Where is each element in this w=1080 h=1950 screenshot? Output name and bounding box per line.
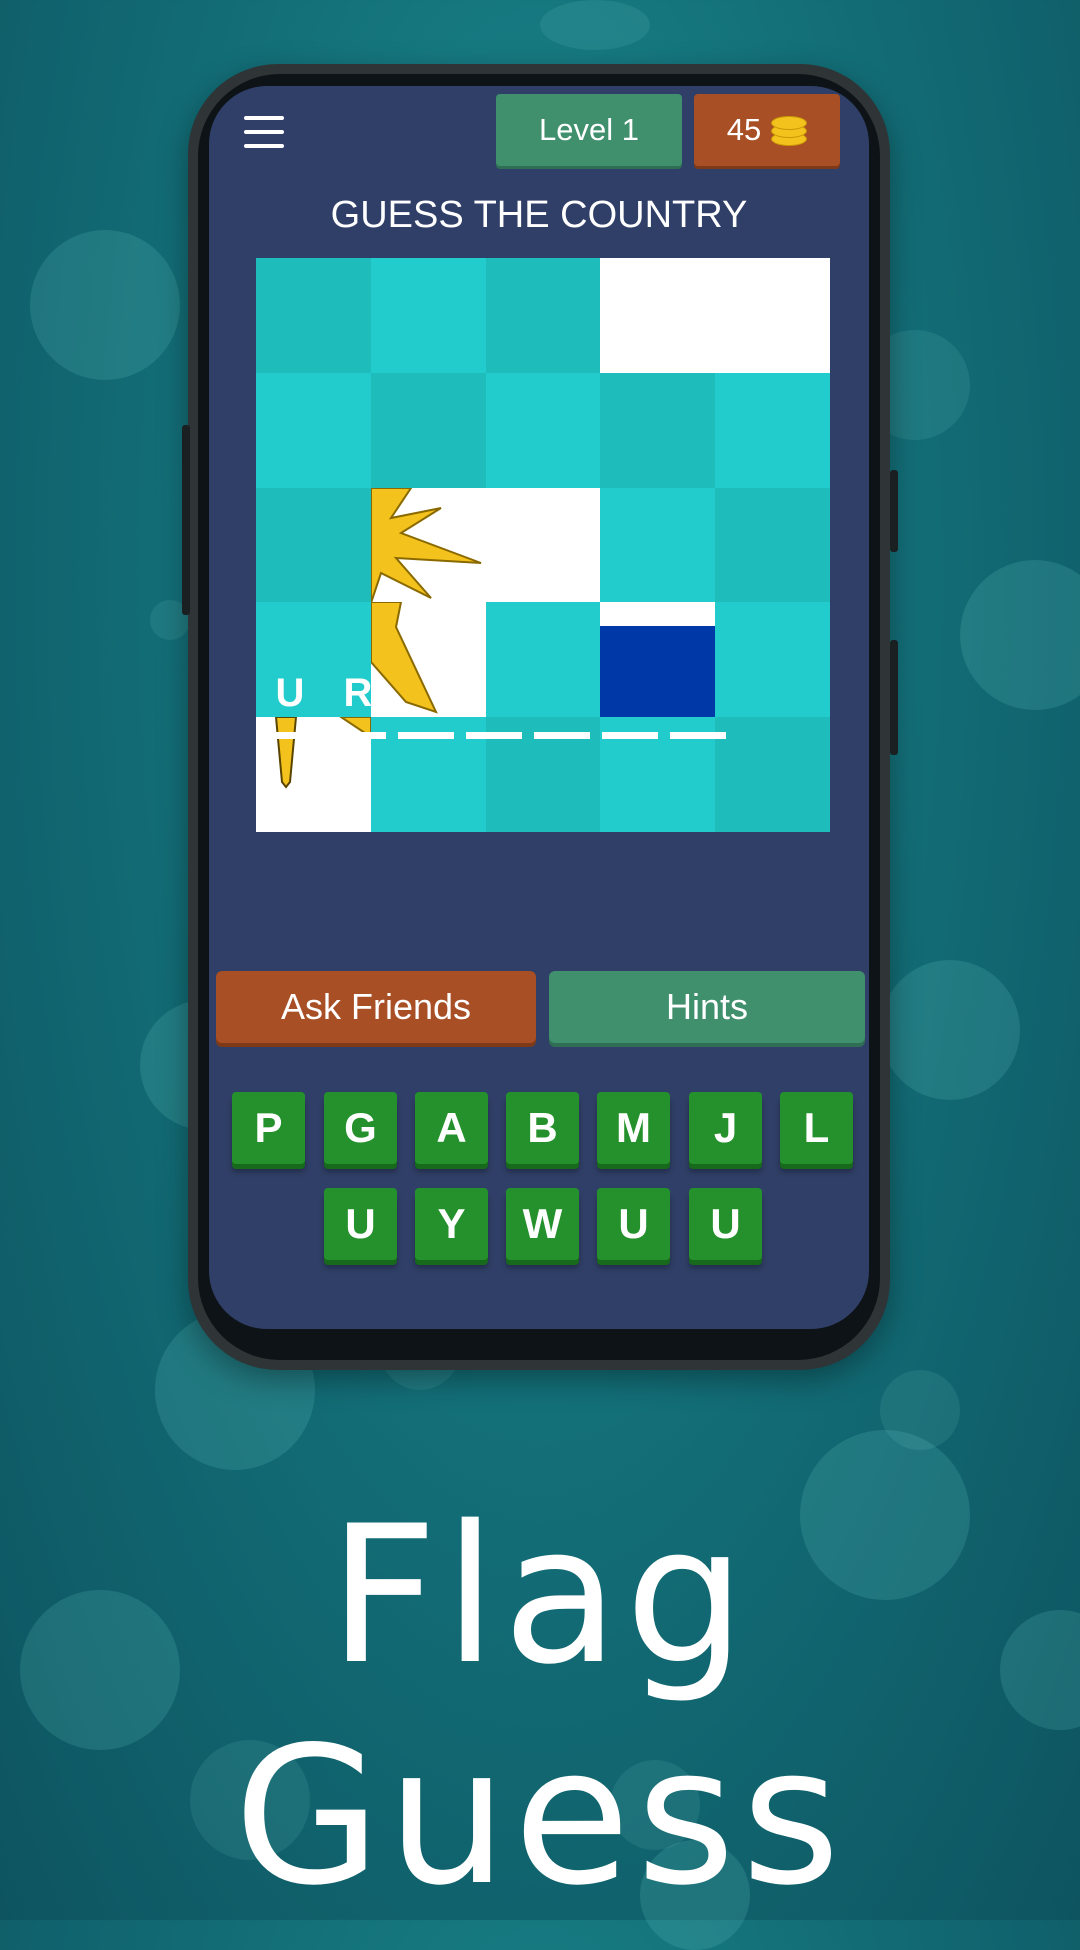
answer-slot[interactable]	[602, 669, 658, 739]
sun-of-may-icon	[370, 487, 482, 603]
bokeh-circle	[880, 1370, 960, 1450]
bokeh-circle	[880, 960, 1020, 1100]
letter-key[interactable]: W	[506, 1188, 579, 1260]
hidden-tile[interactable]	[715, 372, 830, 488]
letter-key[interactable]: J	[689, 1092, 762, 1164]
hidden-tile[interactable]	[370, 258, 486, 373]
coins-badge[interactable]: 45	[694, 94, 840, 166]
coins-icon	[771, 116, 808, 146]
page-title: GUESS THE COUNTRY	[330, 194, 748, 236]
ask-friends-button[interactable]: Ask Friends	[216, 971, 536, 1043]
level-label: Level 1	[539, 112, 639, 147]
flag-puzzle-grid	[256, 258, 830, 832]
revealed-flag-tile	[600, 258, 716, 373]
hidden-tile[interactable]	[256, 487, 371, 603]
phone-side-button	[890, 640, 898, 755]
game-screen: Level 1 45 GUESS THE COUNTRY U R Ask Fri…	[209, 86, 869, 1329]
hidden-tile[interactable]	[600, 487, 716, 603]
answer-letter: U	[275, 671, 305, 715]
coins-count: 45	[726, 112, 762, 147]
menu-icon[interactable]	[244, 116, 284, 150]
bokeh-circle	[30, 230, 180, 380]
phone-side-button	[890, 470, 898, 552]
bokeh-circle	[960, 560, 1080, 710]
answer-slot[interactable]: U	[262, 669, 318, 739]
letter-key[interactable]: A	[415, 1092, 488, 1164]
letter-key[interactable]: G	[324, 1092, 397, 1164]
hidden-tile[interactable]	[715, 487, 830, 603]
answer-slots: U R	[262, 669, 822, 739]
letter-key[interactable]: B	[506, 1092, 579, 1164]
hidden-tile[interactable]	[256, 372, 371, 488]
letter-key[interactable]: M	[597, 1092, 670, 1164]
hidden-tile[interactable]	[600, 372, 716, 488]
letter-key[interactable]: U	[689, 1188, 762, 1260]
revealed-flag-tile	[485, 487, 601, 603]
answer-slot[interactable]	[534, 669, 590, 739]
hidden-tile[interactable]	[370, 372, 486, 488]
answer-slot[interactable]	[466, 669, 522, 739]
answer-slot[interactable]: R	[330, 669, 386, 739]
app-title: Flag Guess	[233, 1485, 847, 1927]
level-badge: Level 1	[496, 94, 682, 166]
answer-slot[interactable]	[398, 669, 454, 739]
hints-button[interactable]: Hints	[549, 971, 865, 1043]
hidden-tile[interactable]	[485, 372, 601, 488]
letter-key[interactable]: U	[597, 1188, 670, 1260]
letter-key[interactable]: U	[324, 1188, 397, 1260]
revealed-flag-tile	[370, 487, 486, 603]
revealed-flag-tile	[715, 258, 830, 373]
answer-slot[interactable]	[670, 669, 726, 739]
hidden-tile[interactable]	[485, 258, 601, 373]
letter-key[interactable]: P	[232, 1092, 305, 1164]
phone-side-button	[182, 425, 190, 615]
letter-key[interactable]: L	[780, 1092, 853, 1164]
letter-key[interactable]: Y	[415, 1188, 488, 1260]
bokeh-circle	[540, 0, 650, 50]
answer-letter: R	[343, 671, 373, 715]
hidden-tile[interactable]	[256, 258, 371, 373]
